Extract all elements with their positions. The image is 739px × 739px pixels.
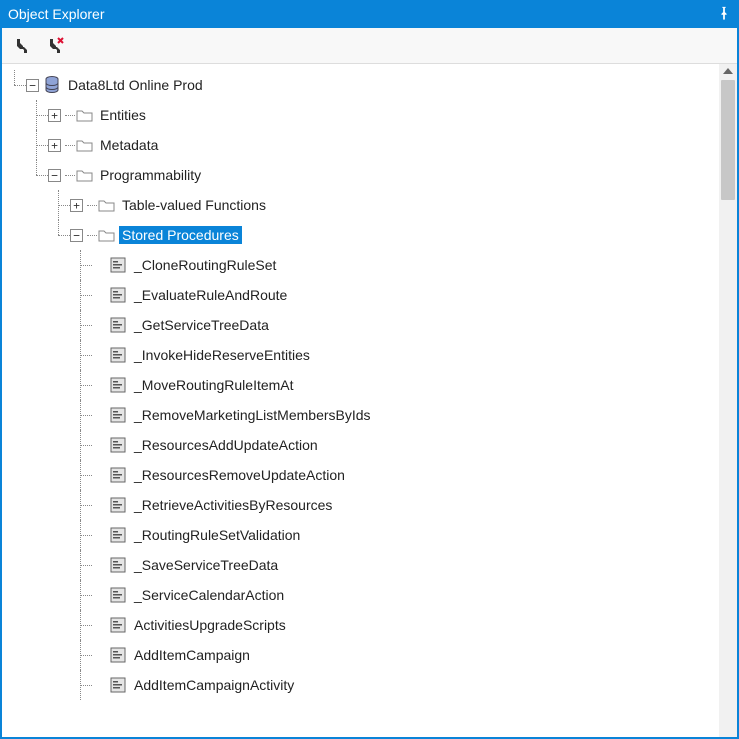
node-label: Programmability bbox=[97, 166, 204, 184]
node-label: _ResourcesRemoveUpdateAction bbox=[131, 466, 348, 484]
stored-procedure-icon bbox=[109, 586, 127, 604]
folder-icon bbox=[97, 226, 115, 244]
folder-icon bbox=[75, 106, 93, 124]
node-label: _CloneRoutingRuleSet bbox=[131, 256, 279, 274]
node-label: _SaveServiceTreeData bbox=[131, 556, 281, 574]
stored-procedure-icon bbox=[109, 436, 127, 454]
tree-node-folder[interactable]: + Entities bbox=[4, 100, 719, 130]
tree-node-stored-procedure[interactable]: _ResourcesRemoveUpdateAction bbox=[4, 460, 719, 490]
tree-node-stored-procedure[interactable]: _CloneRoutingRuleSet bbox=[4, 250, 719, 280]
tree-node-stored-procedure[interactable]: _RoutingRuleSetValidation bbox=[4, 520, 719, 550]
node-label: AddItemCampaignActivity bbox=[131, 676, 297, 694]
stored-procedure-icon bbox=[109, 496, 127, 514]
tree-node-stored-procedure[interactable]: _RetrieveActivitiesByResources bbox=[4, 490, 719, 520]
tree-node-stored-procedure[interactable]: _GetServiceTreeData bbox=[4, 310, 719, 340]
scrollbar-vertical[interactable] bbox=[719, 64, 737, 737]
expander-plus[interactable]: + bbox=[48, 109, 61, 122]
stored-procedure-icon bbox=[109, 376, 127, 394]
tree-node-database[interactable]: − Data8Ltd Online Prod bbox=[4, 70, 719, 100]
tree-node-stored-procedure[interactable]: _ServiceCalendarAction bbox=[4, 580, 719, 610]
node-label: _ResourcesAddUpdateAction bbox=[131, 436, 321, 454]
tree-node-stored-procedure[interactable]: _InvokeHideReserveEntities bbox=[4, 340, 719, 370]
stored-procedure-icon bbox=[109, 646, 127, 664]
node-label: _ServiceCalendarAction bbox=[131, 586, 287, 604]
tree-node-stored-procedure[interactable]: AddItemCampaignActivity bbox=[4, 670, 719, 700]
node-label: ActivitiesUpgradeScripts bbox=[131, 616, 289, 634]
tree-node-stored-procedure[interactable]: _EvaluateRuleAndRoute bbox=[4, 280, 719, 310]
node-label: Stored Procedures bbox=[119, 226, 242, 244]
folder-icon bbox=[75, 136, 93, 154]
scroll-arrow-up-icon[interactable] bbox=[723, 68, 733, 74]
stored-procedure-icon bbox=[109, 616, 127, 634]
tree-node-stored-procedure[interactable]: _ResourcesAddUpdateAction bbox=[4, 430, 719, 460]
tree-view[interactable]: − Data8Ltd Online Prod + Entities + Meta… bbox=[2, 64, 719, 737]
node-label: Metadata bbox=[97, 136, 161, 154]
tree-node-folder[interactable]: + Table-valued Functions bbox=[4, 190, 719, 220]
stored-procedure-icon bbox=[109, 556, 127, 574]
tree-node-folder[interactable]: + Metadata bbox=[4, 130, 719, 160]
folder-icon bbox=[97, 196, 115, 214]
node-label: _GetServiceTreeData bbox=[131, 316, 272, 334]
expander-minus[interactable]: − bbox=[26, 79, 39, 92]
node-label: _InvokeHideReserveEntities bbox=[131, 346, 313, 364]
tree-node-stored-procedure[interactable]: _RemoveMarketingListMembersByIds bbox=[4, 400, 719, 430]
expander-plus[interactable]: + bbox=[70, 199, 83, 212]
stored-procedure-icon bbox=[109, 286, 127, 304]
node-label: _RetrieveActivitiesByResources bbox=[131, 496, 335, 514]
node-label: _EvaluateRuleAndRoute bbox=[131, 286, 290, 304]
tree-node-stored-procedure[interactable]: AddItemCampaign bbox=[4, 640, 719, 670]
expander-minus[interactable]: − bbox=[48, 169, 61, 182]
node-label: Data8Ltd Online Prod bbox=[65, 76, 206, 94]
tree-node-stored-procedure[interactable]: _SaveServiceTreeData bbox=[4, 550, 719, 580]
node-label: _RemoveMarketingListMembersByIds bbox=[131, 406, 374, 424]
stored-procedure-icon bbox=[109, 316, 127, 334]
tree-node-stored-procedure[interactable]: _MoveRoutingRuleItemAt bbox=[4, 370, 719, 400]
tree-node-stored-procedure[interactable]: ActivitiesUpgradeScripts bbox=[4, 610, 719, 640]
disconnect-button[interactable] bbox=[46, 36, 66, 56]
stored-procedure-icon bbox=[109, 526, 127, 544]
node-label: _RoutingRuleSetValidation bbox=[131, 526, 303, 544]
tree-node-folder-selected[interactable]: − Stored Procedures bbox=[4, 220, 719, 250]
expander-minus[interactable]: − bbox=[70, 229, 83, 242]
stored-procedure-icon bbox=[109, 256, 127, 274]
folder-icon bbox=[75, 166, 93, 184]
pin-icon[interactable] bbox=[717, 6, 731, 23]
toolbar bbox=[2, 28, 737, 64]
node-label: _MoveRoutingRuleItemAt bbox=[131, 376, 297, 394]
panel-title: Object Explorer bbox=[8, 6, 104, 22]
node-label: Table-valued Functions bbox=[119, 196, 269, 214]
tree-node-folder[interactable]: − Programmability bbox=[4, 160, 719, 190]
node-label: AddItemCampaign bbox=[131, 646, 253, 664]
expander-plus[interactable]: + bbox=[48, 139, 61, 152]
database-icon bbox=[43, 76, 61, 94]
stored-procedure-icon bbox=[109, 406, 127, 424]
stored-procedure-icon bbox=[109, 466, 127, 484]
scroll-thumb[interactable] bbox=[721, 80, 735, 200]
stored-procedure-icon bbox=[109, 346, 127, 364]
connect-button[interactable] bbox=[12, 36, 32, 56]
node-label: Entities bbox=[97, 106, 149, 124]
titlebar: Object Explorer bbox=[2, 0, 737, 28]
stored-procedure-icon bbox=[109, 676, 127, 694]
